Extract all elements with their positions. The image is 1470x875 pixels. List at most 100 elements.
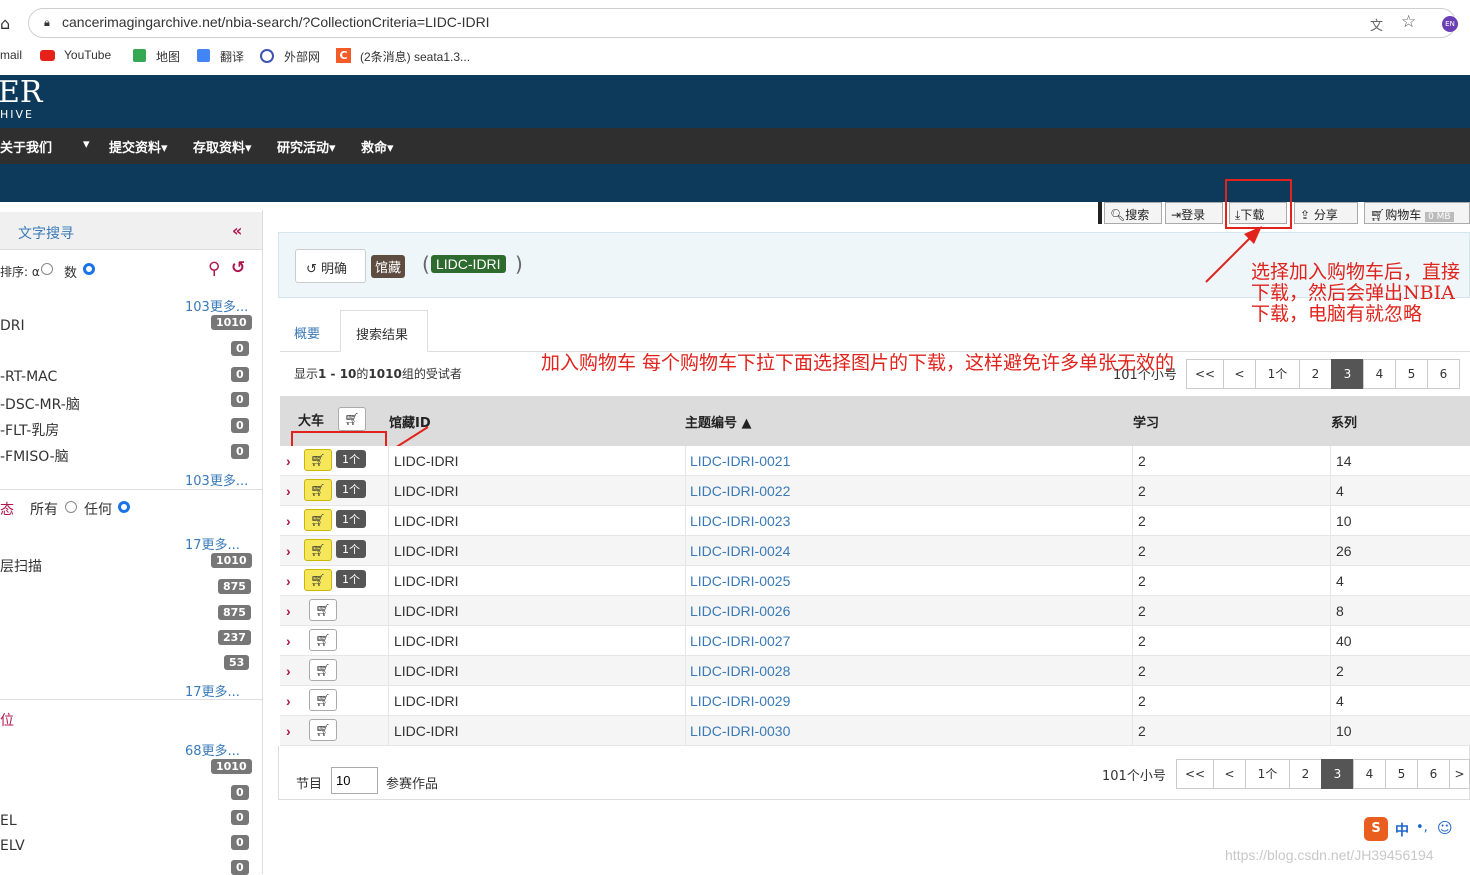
search-icon-sidebar[interactable]: ⚲ [208,259,220,279]
clear-button[interactable]: ↺ 明确 [295,249,366,283]
subject-id-link[interactable]: LIDC-IDRI-0023 [690,513,790,529]
add-to-cart-button[interactable]: 🛒︎ [304,539,332,561]
collapse-icon[interactable]: « [232,221,242,240]
table-row[interactable]: › 🛒︎ LIDC-IDRI LIDC-IDRI-0028 2 2 [280,656,1470,686]
add-to-cart-button[interactable]: 🛒︎ [309,599,337,621]
nav-help[interactable]: 救命▾ [361,137,394,156]
subject-id-link[interactable]: LIDC-IDRI-0025 [690,573,790,589]
table-row[interactable]: › 🛒︎ LIDC-IDRI LIDC-IDRI-0027 2 40 [280,626,1470,656]
page-4[interactable]: 4 [1353,759,1386,789]
add-to-cart-button[interactable]: 🛒︎ [309,659,337,681]
subject-id-link[interactable]: LIDC-IDRI-0026 [690,603,790,619]
table-row[interactable]: › 🛒︎ 1个 LIDC-IDRI LIDC-IDRI-0021 2 14 [280,446,1470,476]
add-to-cart-button[interactable]: 🛒︎ [309,629,337,651]
expand-chevron-icon[interactable]: › [286,693,291,709]
translate-icon[interactable]: ⽂ [1370,15,1383,34]
subject-id-link[interactable]: LIDC-IDRI-0028 [690,663,790,679]
page-prev[interactable]: < [1223,359,1256,389]
page-2[interactable]: 2 [1299,359,1332,389]
lock-icon[interactable]: 🔒︎ [44,16,50,30]
table-row[interactable]: › 🛒︎ LIDC-IDRI LIDC-IDRI-0026 2 8 [280,596,1470,626]
tab-summary[interactable]: 概要 [294,323,320,342]
add-to-cart-button[interactable]: 🛒︎ [304,449,332,471]
col-subject-id[interactable]: 主题编号 ▲ [685,412,752,431]
bookmark-mail[interactable]: mail [0,48,22,62]
page-next[interactable]: > [1449,759,1470,789]
ime-punct-icon[interactable]: •, [1416,820,1428,835]
sidebar-title[interactable]: 文字搜寻 [18,223,74,243]
page-first[interactable]: << [1176,759,1214,789]
toolbar-share-button[interactable]: ⇪ 分享 [1294,202,1358,224]
add-to-cart-button[interactable]: 🛒︎ [304,569,332,591]
table-row[interactable]: › 🛒︎ 1个 LIDC-IDRI LIDC-IDRI-0024 2 26 [280,536,1470,566]
reset-icon[interactable]: ↺ [231,258,245,278]
toolbar-search-button[interactable]: 🔍︎搜索 [1104,202,1162,224]
body-item[interactable]: EL [0,813,17,829]
subject-id-link[interactable]: LIDC-IDRI-0027 [690,633,790,649]
page-4[interactable]: 4 [1363,359,1396,389]
home-icon[interactable]: ⌂ [0,14,10,33]
subject-id-link[interactable]: LIDC-IDRI-0029 [690,693,790,709]
col-series[interactable]: 系列 [1331,412,1357,431]
table-row[interactable]: › 🛒︎ LIDC-IDRI LIDC-IDRI-0029 2 4 [280,686,1470,716]
bookmark-external[interactable]: 外部网 [284,48,320,65]
nav-about[interactable]: 关于我们 [0,137,52,156]
sort-num-radio[interactable] [83,263,95,275]
nav-research[interactable]: 研究活动▾ [277,137,336,156]
expand-chevron-icon[interactable]: › [286,453,291,469]
url-text[interactable]: cancerimagingarchive.net/nbia-search/?Co… [62,14,490,30]
page-5[interactable]: 5 [1385,759,1418,789]
expand-chevron-icon[interactable]: › [286,573,291,589]
expand-chevron-icon[interactable]: › [286,723,291,739]
add-to-cart-button[interactable]: 🛒︎ [304,479,332,501]
nav-caret[interactable]: ▾ [83,137,90,152]
collection-item[interactable]: DRI [0,318,25,334]
add-to-cart-button[interactable]: 🛒︎ [309,719,337,741]
subject-id-link[interactable]: LIDC-IDRI-0022 [690,483,790,499]
bookmark-csdn[interactable]: (2条消息) seata1.3... [360,48,470,65]
page-1[interactable]: 1个 [1245,759,1290,789]
subject-id-link[interactable]: LIDC-IDRI-0030 [690,723,790,739]
expand-chevron-icon[interactable]: › [286,603,291,619]
nav-submit[interactable]: 提交资料▾ [109,137,168,156]
expand-chevron-icon[interactable]: › [286,513,291,529]
bookmark-youtube[interactable]: YouTube [64,48,111,62]
page-2[interactable]: 2 [1289,759,1322,789]
bookmark-translate[interactable]: 翻译 [220,48,244,65]
table-row[interactable]: › 🛒︎ 1个 LIDC-IDRI LIDC-IDRI-0023 2 10 [280,506,1470,536]
col-collection-id[interactable]: 馆藏ID [389,412,431,431]
table-row[interactable]: › 🛒︎ 1个 LIDC-IDRI LIDC-IDRI-0025 2 4 [280,566,1470,596]
page-3-active[interactable]: 3 [1321,759,1354,789]
col-study[interactable]: 学习 [1133,412,1159,431]
page-first[interactable]: << [1186,359,1224,389]
expand-chevron-icon[interactable]: › [286,633,291,649]
toolbar-cart-button[interactable]: 🛒︎购物车 0 MB [1364,202,1470,224]
expand-chevron-icon[interactable]: › [286,543,291,559]
cart-all-button[interactable]: 🛒︎ [338,407,366,431]
star-icon[interactable]: ☆ [1401,12,1416,32]
nav-access[interactable]: 存取资料▾ [193,137,252,156]
page-3-active[interactable]: 3 [1331,359,1364,389]
per-page-input[interactable] [331,767,378,794]
collection-item[interactable]: -RT-MAC [0,369,57,385]
criteria-value-badge[interactable]: LIDC-IDRI [431,255,506,273]
page-5[interactable]: 5 [1395,359,1428,389]
avatar[interactable]: EN [1442,16,1458,32]
toolbar-login-button[interactable]: ⇥登录 [1165,202,1223,224]
site-logo[interactable]: ER [0,78,43,108]
emoji-icon[interactable]: ☺ [1437,819,1453,837]
add-to-cart-button[interactable]: 🛒︎ [309,689,337,711]
page-6[interactable]: 6 [1427,359,1460,389]
subject-id-link[interactable]: LIDC-IDRI-0021 [690,453,790,469]
expand-chevron-icon[interactable]: › [286,663,291,679]
subject-id-link[interactable]: LIDC-IDRI-0024 [690,543,790,559]
collections-more-link[interactable]: 103更多... [185,296,248,315]
page-prev[interactable]: < [1213,759,1246,789]
ime-mode[interactable]: 中 [1395,820,1409,840]
col-cart[interactable]: 大车 [298,410,324,429]
collection-item[interactable]: -FLT-乳房 [0,420,59,440]
sort-alpha-radio[interactable] [41,263,53,275]
table-row[interactable]: › 🛒︎ LIDC-IDRI LIDC-IDRI-0030 2 10 [280,716,1470,746]
tab-search-results[interactable]: 搜索结果 [340,310,428,352]
page-6[interactable]: 6 [1417,759,1450,789]
